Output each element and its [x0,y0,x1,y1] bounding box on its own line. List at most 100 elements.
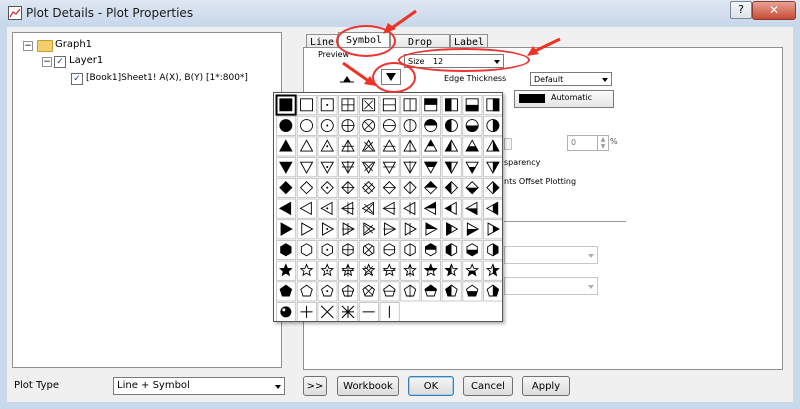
symbol-option[interactable] [296,260,317,281]
symbol-option[interactable] [483,157,504,178]
symbol-option[interactable] [379,219,400,240]
symbol-option[interactable] [420,219,441,240]
symbol-option[interactable] [420,136,441,157]
symbol-option[interactable] [483,177,504,198]
symbol-option[interactable] [400,219,421,240]
symbol-option[interactable] [317,239,338,260]
symbol-option[interactable] [462,281,483,302]
tree-item-graph[interactable]: Graph1 [55,38,92,52]
symbol-option[interactable] [358,177,379,198]
symbol-option[interactable] [441,95,462,116]
symbol-option[interactable] [379,115,400,136]
symbol-option[interactable] [358,239,379,260]
symbol-option[interactable] [441,177,462,198]
symbol-option[interactable] [379,177,400,198]
symbol-option[interactable] [462,219,483,240]
symbol-option[interactable] [338,177,359,198]
symbol-color-button[interactable]: Automatic [514,90,614,108]
close-button[interactable]: ✕ [752,1,796,20]
symbol-option[interactable] [358,198,379,219]
symbol-option[interactable] [338,95,359,116]
spinner-arrows-icon[interactable]: ▲ ▼ [597,136,608,150]
symbol-grid[interactable] [274,93,504,323]
graph-expander[interactable]: − [23,41,33,51]
symbol-option[interactable] [338,198,359,219]
symbol-option[interactable] [276,115,297,136]
symbol-option[interactable] [400,136,421,157]
symbol-option[interactable] [420,239,441,260]
symbol-option[interactable] [462,239,483,260]
disabled-combo-1[interactable] [504,246,598,264]
symbol-option[interactable] [400,260,421,281]
symbol-option[interactable] [379,302,400,323]
symbol-option[interactable] [296,302,317,323]
plot-tree-view[interactable]: − Graph1 − ✓ Layer1 ✓ [Book1]Sheet1! A(X… [12,32,282,368]
symbol-option[interactable] [358,115,379,136]
symbol-option[interactable] [296,239,317,260]
symbol-option[interactable] [358,95,379,116]
symbol-option[interactable] [358,157,379,178]
symbol-option[interactable] [441,198,462,219]
symbol-option[interactable] [420,281,441,302]
symbol-option[interactable] [400,115,421,136]
symbol-option[interactable] [441,157,462,178]
symbol-option[interactable] [441,115,462,136]
symbol-option[interactable] [276,136,297,157]
symbol-option[interactable] [276,302,297,323]
symbol-option[interactable] [317,177,338,198]
symbol-option[interactable] [400,239,421,260]
symbol-option[interactable] [379,136,400,157]
tree-item-plot[interactable]: [Book1]Sheet1! A(X), B(Y) [1*:800*] [86,71,248,85]
symbol-option[interactable] [420,177,441,198]
symbol-option[interactable] [420,198,441,219]
symbol-option[interactable] [420,260,441,281]
symbol-option[interactable] [276,239,297,260]
symbol-option[interactable] [400,157,421,178]
symbol-option[interactable] [462,95,483,116]
symbol-option[interactable] [296,136,317,157]
symbol-option[interactable] [296,219,317,240]
symbol-option[interactable] [400,198,421,219]
workbook-button[interactable]: Workbook [337,376,399,396]
plot-type-combo[interactable]: Line + Symbol [113,377,285,395]
symbol-option[interactable] [358,281,379,302]
symbol-option[interactable] [358,219,379,240]
symbol-option[interactable] [276,198,297,219]
tree-item-layer[interactable]: Layer1 [69,54,103,68]
symbol-option[interactable] [296,177,317,198]
symbol-option[interactable] [276,219,297,240]
symbol-gallery[interactable] [273,92,504,323]
symbol-option[interactable] [420,115,441,136]
symbol-option[interactable] [317,198,338,219]
symbol-option[interactable] [483,260,504,281]
symbol-option[interactable] [338,281,359,302]
symbol-option[interactable] [276,157,297,178]
symbol-option[interactable] [276,260,297,281]
symbol-option[interactable] [420,95,441,116]
symbol-option[interactable] [441,239,462,260]
symbol-option[interactable] [317,136,338,157]
symbol-option[interactable] [317,157,338,178]
symbol-option[interactable] [317,95,338,116]
symbol-option[interactable] [338,239,359,260]
symbol-option[interactable] [462,136,483,157]
symbol-option[interactable] [317,302,338,323]
symbol-option[interactable] [379,95,400,116]
symbol-option[interactable] [483,198,504,219]
symbol-option[interactable] [483,239,504,260]
symbol-option[interactable] [400,177,421,198]
layer-expander[interactable]: − [42,57,52,67]
symbol-option[interactable] [317,281,338,302]
symbol-option[interactable] [483,136,504,157]
symbol-option[interactable] [379,260,400,281]
symbol-option[interactable] [317,219,338,240]
symbol-option[interactable] [296,198,317,219]
symbol-option[interactable] [338,136,359,157]
symbol-option[interactable] [420,157,441,178]
cancel-button[interactable]: Cancel [463,376,513,396]
symbol-option[interactable] [275,94,297,116]
symbol-option[interactable] [338,115,359,136]
symbol-option[interactable] [276,177,297,198]
symbol-option[interactable] [317,260,338,281]
symbol-option[interactable] [483,219,504,240]
